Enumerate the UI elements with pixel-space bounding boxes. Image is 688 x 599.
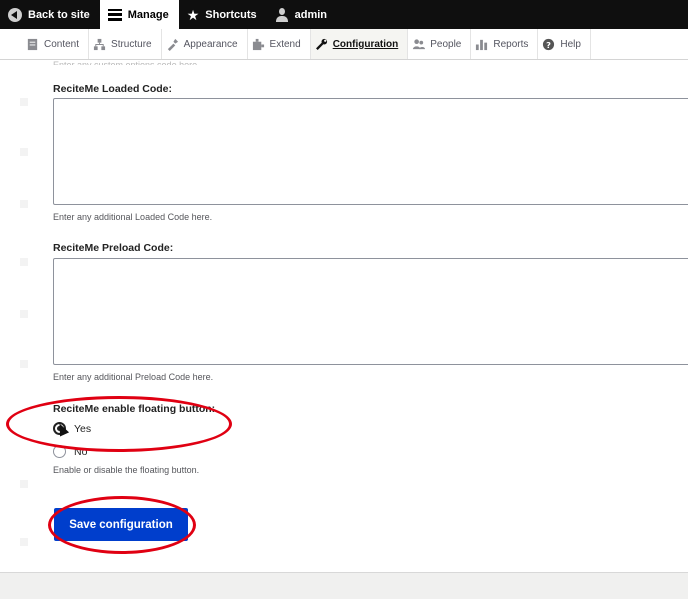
tray-item-appearance[interactable]: Appearance (162, 29, 248, 59)
tray-item-label: Reports (493, 38, 529, 50)
wrench-icon (315, 38, 327, 50)
preload-code-description: Enter any additional Preload Code here. (53, 372, 214, 382)
people-icon (413, 38, 426, 49)
page-footer (0, 572, 688, 599)
user-tab[interactable]: admin (267, 0, 337, 29)
help-icon: ? (543, 38, 555, 50)
loaded-code-description: Enter any additional Loaded Code here. (53, 212, 213, 222)
preload-code-textarea[interactable] (53, 258, 688, 365)
tray-item-structure[interactable]: Structure (89, 29, 162, 59)
config-form: Enter any custom options code here. Reci… (0, 60, 688, 572)
admin-menu-tray: Content Structure Appearance Extend Conf… (0, 29, 688, 60)
tray-item-reports[interactable]: Reports (471, 29, 539, 59)
content-icon (27, 38, 38, 50)
back-to-site-label: Back to site (28, 8, 90, 21)
admin-toolbar: Back to site Manage ★ Shortcuts admin (0, 0, 688, 29)
tray-item-label: Content (44, 38, 80, 50)
back-to-site-link[interactable]: Back to site (0, 0, 100, 29)
tray-item-label: People (430, 38, 462, 50)
yes-label: Yes (74, 422, 92, 435)
tray-item-label: Appearance (183, 38, 238, 50)
no-radio[interactable] (53, 445, 66, 458)
reports-icon (476, 39, 488, 50)
floating-button-description: Enable or disable the floating button. (53, 465, 200, 475)
floating-no-option[interactable]: No (53, 445, 87, 458)
floating-button-label: ReciteMe enable floating button: (53, 403, 216, 415)
loaded-code-label: ReciteMe Loaded Code: (53, 83, 173, 95)
tray-item-extend[interactable]: Extend (248, 29, 311, 59)
tray-item-configuration[interactable]: Configuration (310, 29, 409, 59)
manage-label: Manage (127, 8, 169, 21)
tray-item-content[interactable]: Content (22, 29, 90, 59)
preload-code-label: ReciteMe Preload Code: (53, 242, 174, 254)
shortcuts-label: Shortcuts (205, 8, 257, 21)
tray-item-people[interactable]: People (408, 29, 472, 59)
star-icon: ★ (186, 6, 200, 23)
tray-item-help[interactable]: ? Help (538, 29, 591, 59)
hamburger-icon (107, 8, 122, 21)
structure-icon (93, 38, 106, 50)
no-label: No (74, 445, 88, 458)
user-icon (275, 7, 289, 22)
back-arrow-icon (8, 7, 22, 22)
custom-code-hint: Enter any custom options code here. (53, 60, 200, 65)
shortcuts-tab[interactable]: ★ Shortcuts (179, 0, 267, 29)
tray-item-label: Extend (269, 38, 301, 50)
extend-icon (252, 38, 264, 50)
manage-tab[interactable]: Manage (99, 0, 179, 29)
appearance-icon (167, 38, 178, 51)
user-label: admin (294, 8, 328, 21)
svg-text:?: ? (546, 39, 551, 49)
loaded-code-textarea[interactable] (53, 98, 688, 205)
save-configuration-button[interactable]: Save configuration (54, 508, 188, 541)
tray-item-label: Help (560, 38, 581, 50)
tray-item-label: Configuration (332, 38, 399, 50)
tray-item-label: Structure (111, 38, 152, 50)
